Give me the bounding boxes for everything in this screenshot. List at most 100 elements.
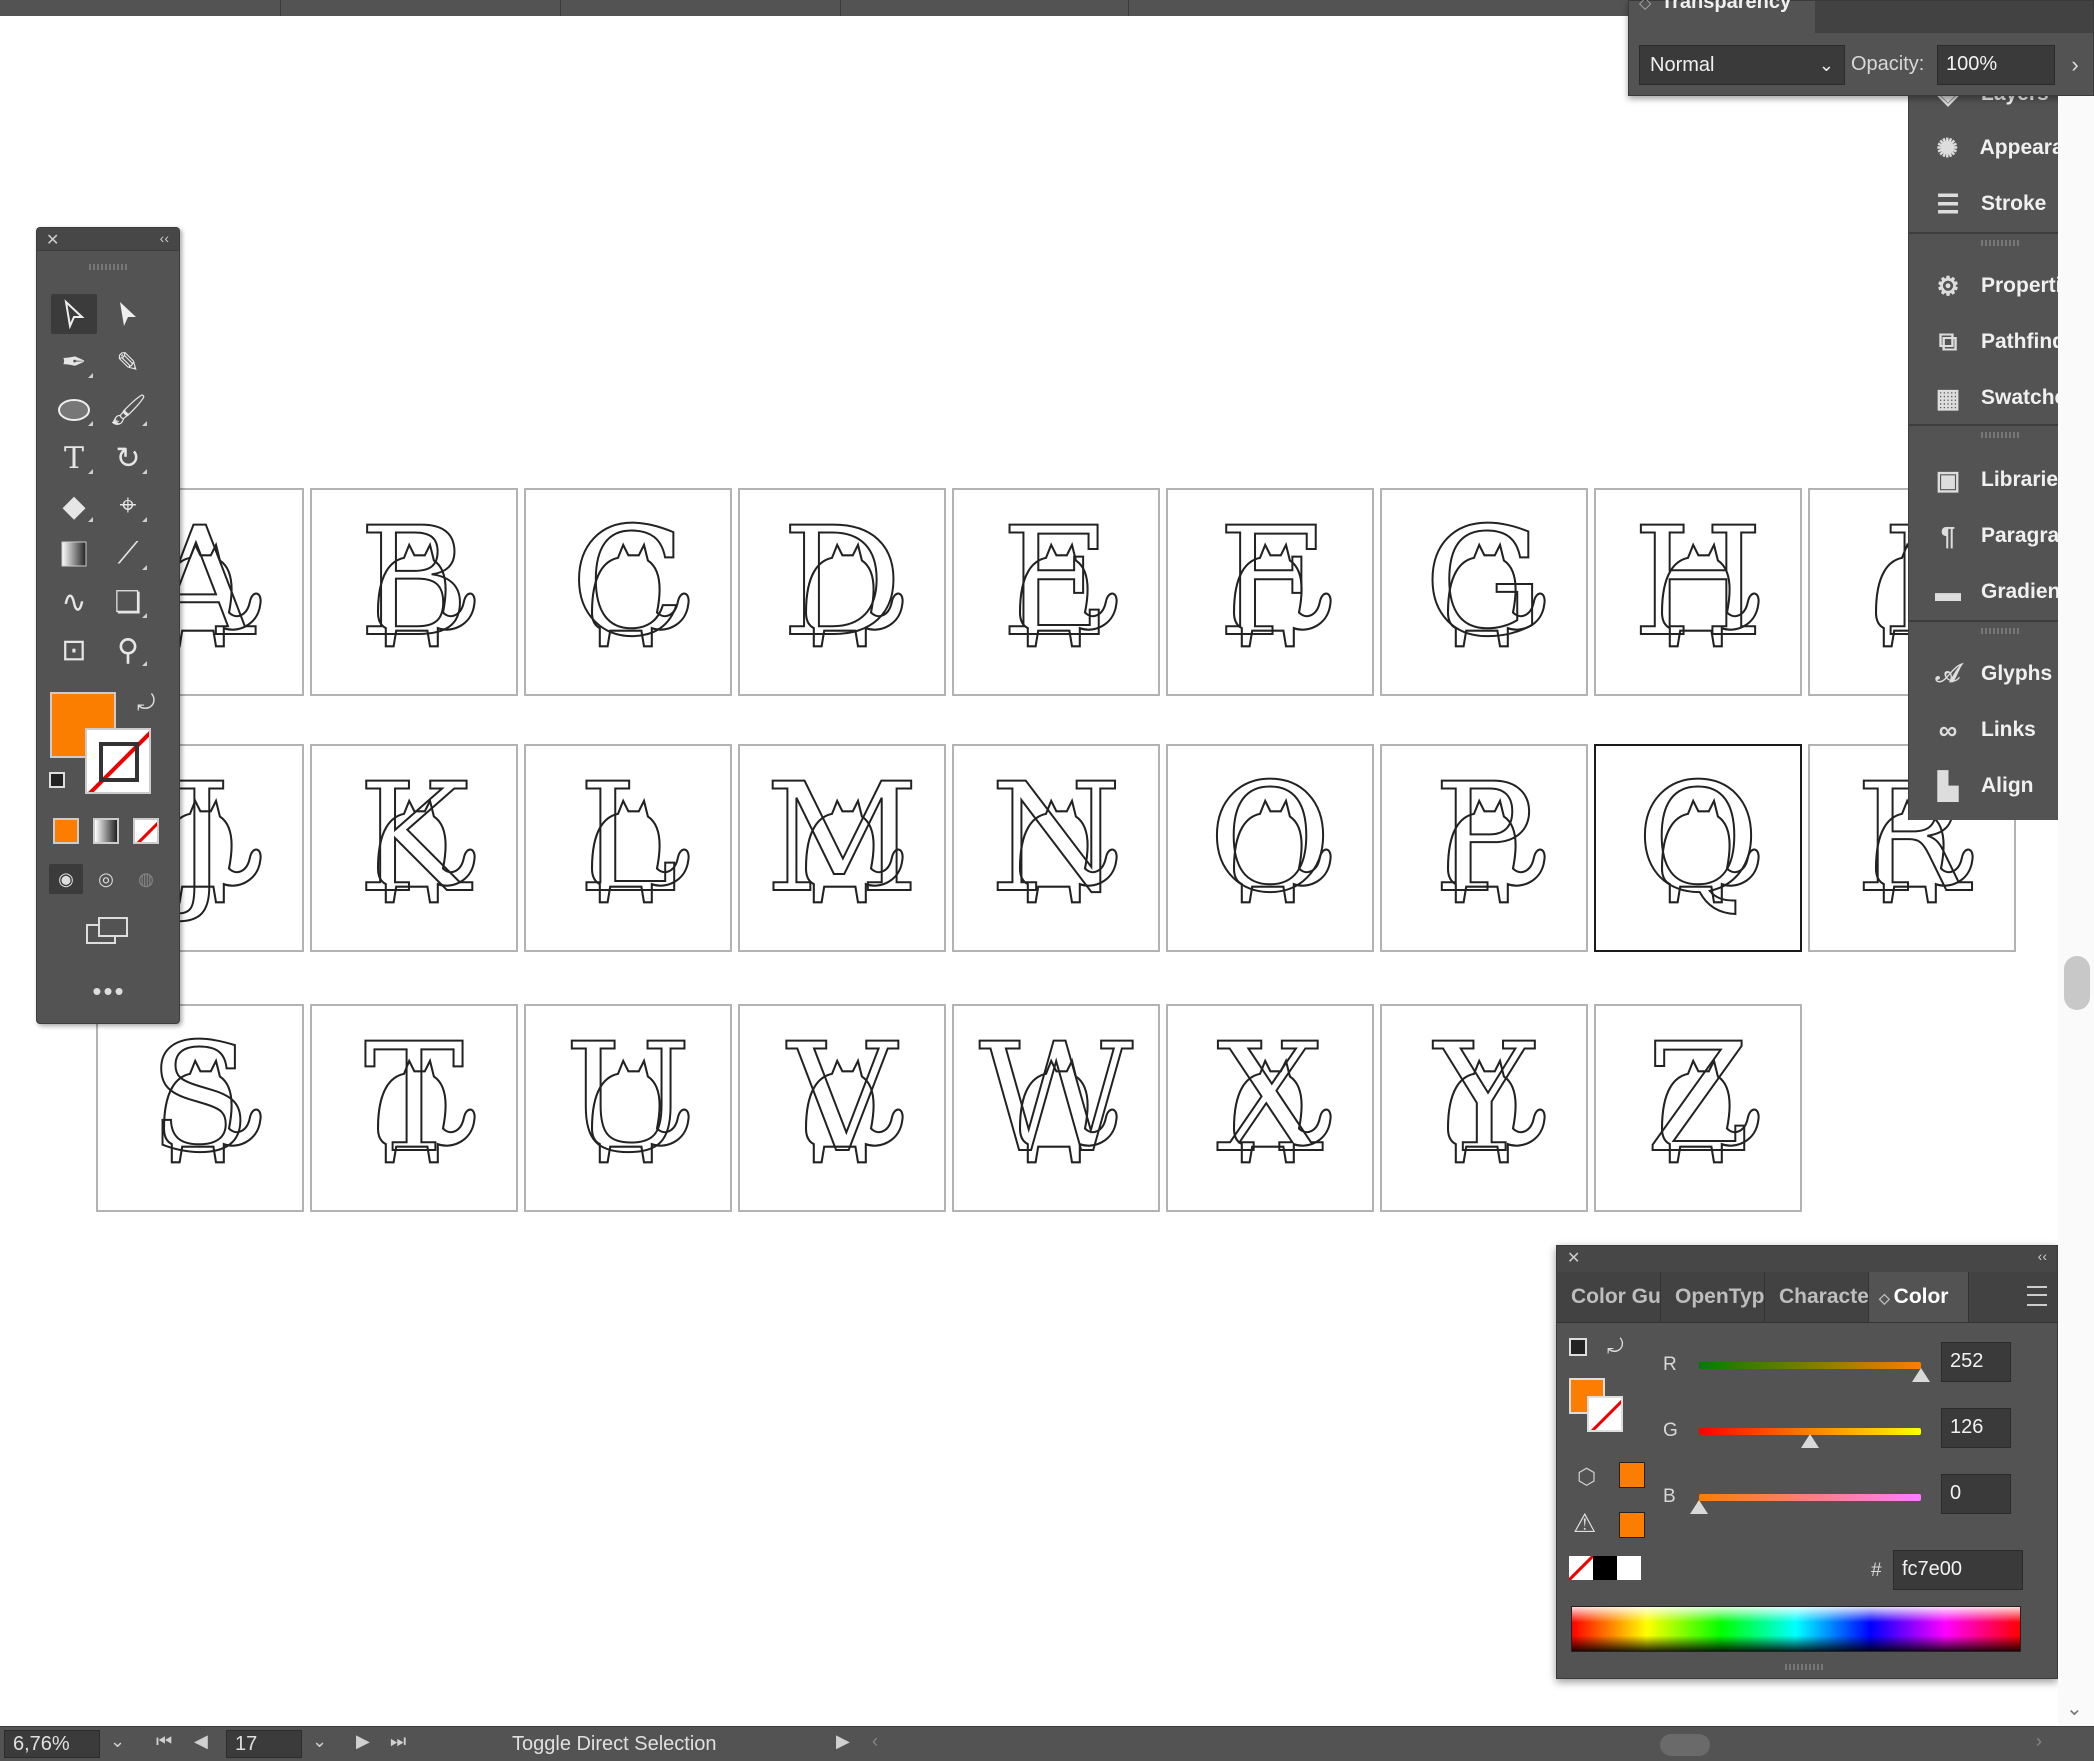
b-slider-track[interactable] (1699, 1494, 1921, 1501)
artboard-x[interactable]: X (1166, 1004, 1374, 1212)
rotate-tool[interactable]: ↻ (105, 438, 151, 478)
none-swatch[interactable] (1569, 1556, 1593, 1580)
tab-color[interactable]: ◇ Color (1869, 1272, 1969, 1322)
first-artboard-icon[interactable]: ⏮ (156, 1731, 172, 1752)
none-mode-button[interactable] (133, 818, 159, 844)
vertical-scrollbar[interactable] (2058, 96, 2094, 1726)
scroll-right-icon[interactable]: › (2036, 1731, 2042, 1752)
doc-tab-3[interactable] (560, 0, 841, 16)
artboard-number-input[interactable]: 17 (226, 1730, 302, 1758)
color-mode-button[interactable] (53, 818, 79, 844)
next-artboard-icon[interactable]: ▶ (356, 1731, 370, 1752)
zoom-tool[interactable]: ⚲ (105, 630, 151, 670)
tab-opentype[interactable]: OpenTyp (1661, 1272, 1765, 1322)
collapse-icon[interactable]: ‹‹ (2038, 1248, 2047, 1264)
artboard-p[interactable]: P (1380, 744, 1588, 952)
r-slider-thumb[interactable] (1912, 1368, 1930, 1382)
draw-behind-button[interactable]: ◎ (89, 864, 123, 894)
eraser-tool[interactable]: ◆ (51, 486, 97, 526)
r-input[interactable]: 252 (1941, 1342, 2011, 1382)
artboard-n[interactable]: N (952, 744, 1160, 952)
web-safe-swatch[interactable] (1619, 1462, 1645, 1488)
opacity-input[interactable]: 100% (1937, 45, 2055, 85)
collapse-icon[interactable]: ‹‹ (160, 230, 169, 246)
artboard-v[interactable]: V (738, 1004, 946, 1212)
drag-grip[interactable] (89, 264, 129, 270)
close-icon[interactable]: ✕ (1567, 1248, 1580, 1268)
artboard-u[interactable]: U (524, 1004, 732, 1212)
close-icon[interactable]: ✕ (46, 230, 59, 250)
edit-toolbar-icon[interactable]: ••• (37, 976, 181, 1007)
doc-tab-4[interactable] (840, 0, 1129, 16)
g-input[interactable]: 126 (1941, 1408, 2011, 1448)
artboard-c[interactable]: C (524, 488, 732, 696)
resize-grip[interactable] (1785, 1664, 1825, 1670)
status-menu-icon[interactable]: ▶ (836, 1731, 850, 1752)
draw-normal-button[interactable]: ◉ (49, 864, 83, 894)
blend-tool[interactable]: ∿ (51, 582, 97, 622)
g-slider-thumb[interactable] (1801, 1434, 1819, 1448)
swap-icon[interactable]: ⤾ (1607, 1336, 1624, 1359)
paintbrush-tool[interactable]: 🖌 (105, 390, 151, 430)
dock-group-grip[interactable] (1981, 240, 2021, 246)
artboard-dropdown-icon[interactable]: ⌄ (312, 1731, 327, 1752)
doc-tab-2[interactable] (280, 0, 561, 16)
tab-color-guide[interactable]: Color Gu (1557, 1272, 1661, 1322)
artboard-o[interactable]: O (1166, 744, 1374, 952)
scroll-down-icon[interactable]: ⌄ (2066, 1696, 2083, 1721)
color-panel-header[interactable]: ✕ ‹‹ (1557, 1246, 2057, 1272)
scroll-left-icon[interactable]: ‹ (872, 1731, 878, 1752)
artboard-f[interactable]: F (1166, 488, 1374, 696)
artboard-g[interactable]: G (1380, 488, 1588, 696)
gamut-swatch[interactable] (1619, 1512, 1645, 1538)
artboard-q[interactable]: Q (1594, 744, 1802, 952)
b-slider-thumb[interactable] (1690, 1500, 1708, 1514)
tab-character[interactable]: Characte (1765, 1272, 1869, 1322)
hex-input[interactable]: fc7e00 (1893, 1550, 2023, 1590)
chevron-right-icon[interactable]: › (2061, 47, 2089, 83)
white-swatch[interactable] (1617, 1556, 1641, 1580)
selection-tool[interactable] (51, 294, 97, 334)
type-tool[interactable]: T (51, 438, 97, 478)
eyedropper-tool[interactable]: ⟋ (105, 534, 151, 574)
web-safe-cube-icon[interactable]: ⬡ (1577, 1464, 1596, 1490)
dock-group-grip[interactable] (1981, 628, 2021, 634)
mini-fill-stroke-icon[interactable] (1569, 1338, 1587, 1356)
r-slider-track[interactable] (1699, 1362, 1921, 1369)
artboard-tool[interactable]: ⊡ (51, 630, 97, 670)
artboard-z[interactable]: Z (1594, 1004, 1802, 1212)
shape-builder-tool[interactable]: ❏ (105, 582, 151, 622)
dock-group-grip[interactable] (1981, 432, 2021, 438)
artboard-l[interactable]: L (524, 744, 732, 952)
default-fill-stroke-icon[interactable] (49, 772, 65, 788)
last-artboard-icon[interactable]: ⏭ (390, 1731, 406, 1752)
tab-toggle-icon[interactable]: ◇ (1639, 0, 1651, 13)
color-spectrum[interactable] (1571, 1606, 2021, 1652)
out-of-gamut-warning-icon[interactable]: ⚠ (1573, 1508, 1596, 1539)
artboard-t[interactable]: T (310, 1004, 518, 1212)
curvature-tool[interactable]: ✎ (105, 342, 151, 382)
doc-tab-1[interactable] (0, 0, 281, 16)
zoom-input[interactable]: 6,76% (4, 1730, 100, 1758)
gradient-mode-button[interactable] (93, 818, 119, 844)
pen-tool[interactable]: ✒ (51, 342, 97, 382)
artboard-d[interactable]: D (738, 488, 946, 696)
gradient-tool[interactable] (51, 534, 97, 574)
blend-mode-select[interactable]: Normal ⌄ (1639, 45, 1845, 85)
black-swatch[interactable] (1593, 1556, 1617, 1580)
artboard-e[interactable]: E (952, 488, 1160, 696)
screen-mode-icon[interactable] (85, 916, 131, 946)
panel-menu-icon[interactable] (2027, 1286, 2047, 1306)
panel-stroke-swatch[interactable] (1587, 1396, 1623, 1432)
stroke-swatch[interactable] (85, 728, 151, 794)
b-input[interactable]: 0 (1941, 1474, 2011, 1514)
swap-fill-stroke-icon[interactable]: ⤾ (137, 690, 155, 716)
previous-artboard-icon[interactable]: ◀ (194, 1731, 208, 1752)
draw-inside-button[interactable]: ◍ (129, 864, 163, 894)
artboard-w[interactable]: W (952, 1004, 1160, 1212)
vertical-scroll-thumb[interactable] (2064, 956, 2090, 1010)
artboard-y[interactable]: Y (1380, 1004, 1588, 1212)
artboard-h[interactable]: H (1594, 488, 1802, 696)
artboard-m[interactable]: M (738, 744, 946, 952)
tools-panel-header[interactable]: ✕ ‹‹ (37, 228, 179, 251)
